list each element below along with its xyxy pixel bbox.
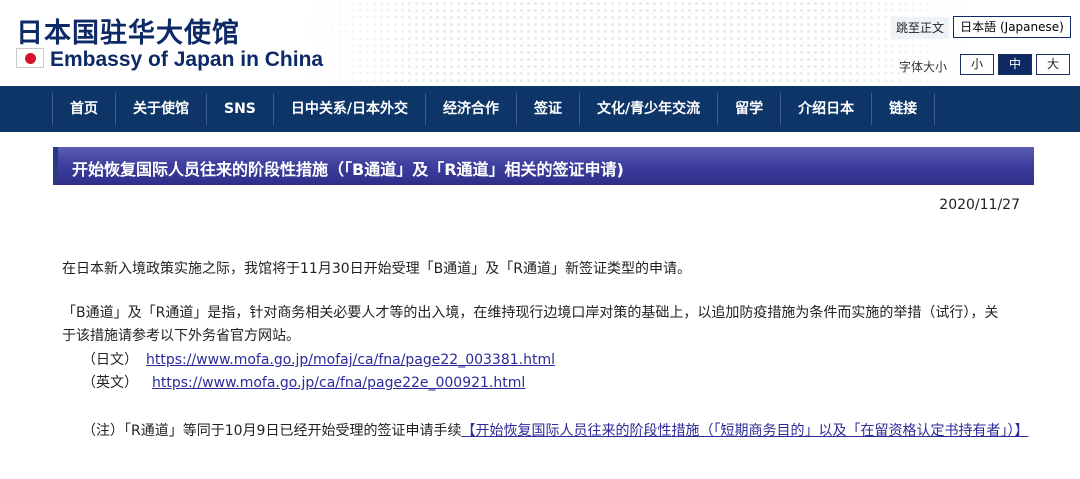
- note-paragraph: （注）「R通道」等同于10月9日已经开始受理的签证申请手续【开始恢复国际人员往来…: [82, 420, 1032, 443]
- nav-item-economic-cooperation[interactable]: 经济合作: [425, 93, 516, 125]
- nav-item-visa[interactable]: 签证: [516, 93, 579, 125]
- main-navigation: 首页 关于使馆 SNS 日中关系/日本外交 经济合作 签证 文化/青少年交流 留…: [0, 86, 1080, 132]
- nav-item-about-japan[interactable]: 介绍日本: [780, 93, 871, 125]
- site-title-english[interactable]: Embassy of Japan in China: [50, 48, 323, 72]
- mofa-english-link[interactable]: https://www.mofa.go.jp/ca/fna/page22e_00…: [152, 375, 525, 391]
- font-size-large-button[interactable]: 大: [1036, 54, 1070, 75]
- font-size-medium-button[interactable]: 中: [998, 54, 1032, 75]
- nav-item-study-abroad[interactable]: 留学: [717, 93, 780, 125]
- paragraph-channels: 「B通道」及「R通道」是指，针对商务相关必要人才等的出入境，在维持现行边境口岸对…: [62, 305, 999, 344]
- nav-item-culture-youth-exchange[interactable]: 文化/青少年交流: [579, 93, 717, 125]
- reference-label-japanese: （日文）: [82, 352, 138, 368]
- paragraph-intro: 在日本新入境政策实施之际，我馆将于11月30日开始受理「B通道」及「R通道」新签…: [62, 261, 691, 277]
- nav-item-links[interactable]: 链接: [871, 93, 936, 125]
- nav-item-japan-china-relations[interactable]: 日中关系/日本外交: [272, 93, 425, 125]
- nav-item-home[interactable]: 首页: [52, 93, 115, 125]
- article-date: 2020/11/27: [939, 197, 1020, 213]
- skip-to-content-link[interactable]: 跳至正文: [891, 17, 950, 39]
- article-title-bar: 开始恢复国际人员往来的阶段性措施（「B通道」及「R通道」相关的签证申请): [53, 147, 1034, 185]
- font-size-small-button[interactable]: 小: [960, 54, 994, 75]
- note-text: （注）「R通道」等同于10月9日已经开始受理的签证申请手续: [82, 423, 462, 439]
- site-title-chinese[interactable]: 日本国驻华大使馆: [16, 11, 240, 50]
- japanese-language-button[interactable]: 日本語 (Japanese): [953, 16, 1071, 38]
- nav-item-sns[interactable]: SNS: [206, 93, 273, 125]
- nav-list: 首页 关于使馆 SNS 日中关系/日本外交 经济合作 签证 文化/青少年交流 留…: [52, 93, 936, 125]
- nav-item-about-embassy[interactable]: 关于使馆: [115, 93, 206, 125]
- page-title: 开始恢复国际人员往来的阶段性措施（「B通道」及「R通道」相关的签证申请): [72, 160, 624, 179]
- font-size-label: 字体大小: [899, 60, 948, 74]
- japan-flag-icon: [16, 48, 44, 68]
- note-related-link[interactable]: 【开始恢复国际人员往来的阶段性措施（「短期商务目的」以及「在留资格认定书持有者」…: [461, 423, 1028, 439]
- site-header: 日本国驻华大使馆 Embassy of Japan in China 跳至正文 …: [0, 0, 1080, 86]
- reference-english: （英文） https://www.mofa.go.jp/ca/fna/page22…: [82, 372, 525, 395]
- mofa-japanese-link[interactable]: https://www.mofa.go.jp/mofaj/ca/fna/page…: [146, 352, 555, 368]
- reference-japanese: （日文） https://www.mofa.go.jp/mofaj/ca/fna/…: [82, 349, 555, 372]
- reference-label-english: （英文）: [82, 375, 138, 391]
